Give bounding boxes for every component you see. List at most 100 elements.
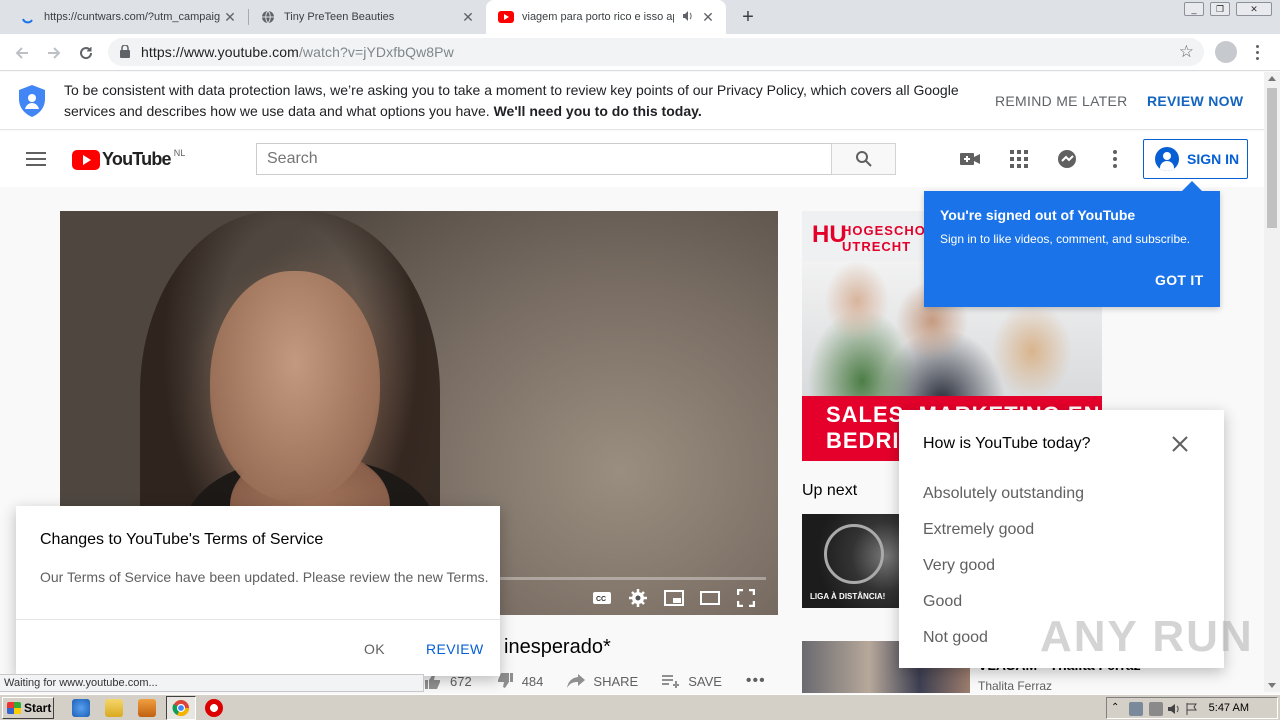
more-actions-icon[interactable]: ••• xyxy=(746,672,766,690)
browser-status-bubble: Waiting for www.youtube.com... xyxy=(0,674,424,692)
tab-close-icon[interactable]: ✕ xyxy=(222,9,238,25)
search-input[interactable] xyxy=(257,144,831,174)
forward-button[interactable] xyxy=(42,41,66,65)
tos-body: Our Terms of Service have been updated. … xyxy=(40,569,489,585)
got-it-button[interactable]: GOT IT xyxy=(1155,272,1203,288)
minimize-window-button[interactable]: _ xyxy=(1184,2,1204,16)
browser-menu-icon[interactable] xyxy=(1250,40,1264,64)
review-now-button[interactable]: REVIEW NOW xyxy=(1147,93,1243,109)
theater-mode-icon[interactable] xyxy=(698,586,722,610)
action-center-flag-icon[interactable] xyxy=(1185,702,1199,716)
media-player-icon[interactable] xyxy=(138,699,156,717)
browser-tab-3-active[interactable]: viagem para porto rico e isso ap ✕ xyxy=(486,0,726,34)
opera-icon[interactable] xyxy=(205,699,223,717)
survey-option[interactable]: Extremely good xyxy=(923,521,1034,539)
search-box[interactable] xyxy=(256,143,832,175)
up-next-heading: Up next xyxy=(802,482,858,499)
windows-taskbar: Start ⌃ 5:47 AM xyxy=(0,694,1280,720)
survey-question: How is YouTube today? xyxy=(923,435,1091,452)
browser-toolbar: https://www.youtube.com/watch?v=jYDxfbQw… xyxy=(0,34,1280,71)
share-arrow-icon xyxy=(567,674,586,688)
new-tab-button[interactable]: + xyxy=(737,6,759,28)
arrow-right-icon xyxy=(48,47,61,59)
sign-in-label: SIGN IN xyxy=(1187,151,1240,167)
ie-icon[interactable] xyxy=(72,699,90,717)
terms-of-service-dialog: Changes to YouTube's Terms of Service Ou… xyxy=(16,506,500,676)
fullscreen-icon[interactable] xyxy=(734,586,758,610)
folder-icon[interactable] xyxy=(105,699,123,717)
display-icon[interactable] xyxy=(1149,702,1163,716)
url-path: /watch?v=jYDxfbQw8Pw xyxy=(298,44,454,60)
reload-button[interactable] xyxy=(74,41,98,65)
address-bar[interactable]: https://www.youtube.com/watch?v=jYDxfbQw… xyxy=(108,38,1204,66)
up-next-channel-name[interactable]: Thalita Ferraz xyxy=(978,679,1052,693)
apps-grid-icon[interactable] xyxy=(1007,147,1031,171)
close-window-button[interactable]: ✕ xyxy=(1236,2,1272,16)
bookmark-star-icon[interactable]: ☆ xyxy=(1179,42,1194,62)
create-video-icon[interactable] xyxy=(958,147,982,171)
privacy-message-bold: We'll need you to do this today. xyxy=(493,103,702,119)
survey-option[interactable]: Not good xyxy=(923,629,988,647)
messages-icon[interactable] xyxy=(1055,147,1079,171)
account-circle-icon xyxy=(1155,147,1179,171)
network-icon[interactable] xyxy=(1129,702,1143,716)
anyrun-watermark: ANY RUN xyxy=(1040,612,1254,661)
volume-icon[interactable] xyxy=(1167,702,1181,716)
windows-logo-icon xyxy=(7,702,21,714)
search-button[interactable] xyxy=(831,143,896,175)
url-text: https://www.youtube.com/watch?v=jYDxfbQw… xyxy=(141,44,454,60)
restore-window-button[interactable]: ❐ xyxy=(1210,2,1230,16)
start-label: Start xyxy=(24,701,52,715)
youtube-wordmark: YouTube xyxy=(102,149,172,169)
globe-icon xyxy=(260,9,276,25)
svg-text:CC: CC xyxy=(596,596,606,603)
browser-tab-1[interactable]: https://cuntwars.com/?utm_campaig ✕ xyxy=(8,0,248,34)
profile-avatar-icon[interactable] xyxy=(1215,41,1237,63)
back-button[interactable] xyxy=(10,41,34,65)
tab-close-icon[interactable]: ✕ xyxy=(460,9,476,25)
tray-expand-icon[interactable]: ⌃ xyxy=(1111,702,1125,716)
video-title: l inesperado* xyxy=(494,636,611,658)
close-icon[interactable] xyxy=(1170,434,1190,454)
survey-option[interactable]: Absolutely outstanding xyxy=(923,485,1084,503)
miniplayer-icon[interactable] xyxy=(662,586,686,610)
youtube-logo[interactable]: YouTube NL xyxy=(72,148,185,170)
video-progress-bar[interactable] xyxy=(500,577,766,580)
browser-tab-bar: https://cuntwars.com/?utm_campaig ✕ Tiny… xyxy=(0,0,1280,34)
player-controls: CC xyxy=(590,586,758,610)
scrollbar-thumb[interactable] xyxy=(1267,88,1277,228)
tab-title: https://cuntwars.com/?utm_campaig xyxy=(44,11,221,23)
dislike-count: 484 xyxy=(521,673,544,689)
shield-icon xyxy=(19,85,45,122)
arrow-left-icon xyxy=(15,47,28,59)
survey-option[interactable]: Very good xyxy=(923,557,995,575)
chrome-taskbar-button[interactable] xyxy=(166,696,196,720)
scroll-up-arrow-icon[interactable] xyxy=(1268,76,1276,81)
dislike-button[interactable]: 484 xyxy=(496,673,544,689)
page-scrollbar[interactable] xyxy=(1264,72,1280,692)
settings-gear-icon[interactable] xyxy=(626,586,650,610)
scroll-down-arrow-icon[interactable] xyxy=(1268,683,1276,688)
subtitles-cc-icon[interactable]: CC xyxy=(590,586,614,610)
audio-playing-icon[interactable] xyxy=(682,10,694,25)
browser-tab-2[interactable]: Tiny PreTeen Beauties ✕ xyxy=(248,0,486,34)
review-button[interactable]: REVIEW xyxy=(426,641,484,657)
url-host: https://www.youtube.com xyxy=(141,44,299,60)
save-button[interactable]: SAVE xyxy=(662,674,722,689)
save-label: SAVE xyxy=(688,673,722,689)
ok-button[interactable]: OK xyxy=(364,641,385,657)
remind-me-later-button[interactable]: REMIND ME LATER xyxy=(995,93,1128,109)
settings-more-icon[interactable] xyxy=(1103,147,1127,171)
sign-in-button[interactable]: SIGN IN xyxy=(1143,139,1248,179)
loading-spinner-icon xyxy=(20,9,36,25)
youtube-favicon-icon xyxy=(498,9,514,25)
survey-option[interactable]: Good xyxy=(923,593,962,611)
lock-icon xyxy=(120,44,130,63)
start-button[interactable]: Start xyxy=(2,697,54,719)
share-button[interactable]: SHARE xyxy=(567,674,638,689)
system-tray: ⌃ 5:47 AM xyxy=(1106,697,1278,719)
tab-close-icon[interactable]: ✕ xyxy=(700,9,716,25)
tos-title: Changes to YouTube's Terms of Service xyxy=(40,531,324,548)
hamburger-menu-icon[interactable] xyxy=(26,152,46,166)
chrome-icon xyxy=(172,700,190,717)
